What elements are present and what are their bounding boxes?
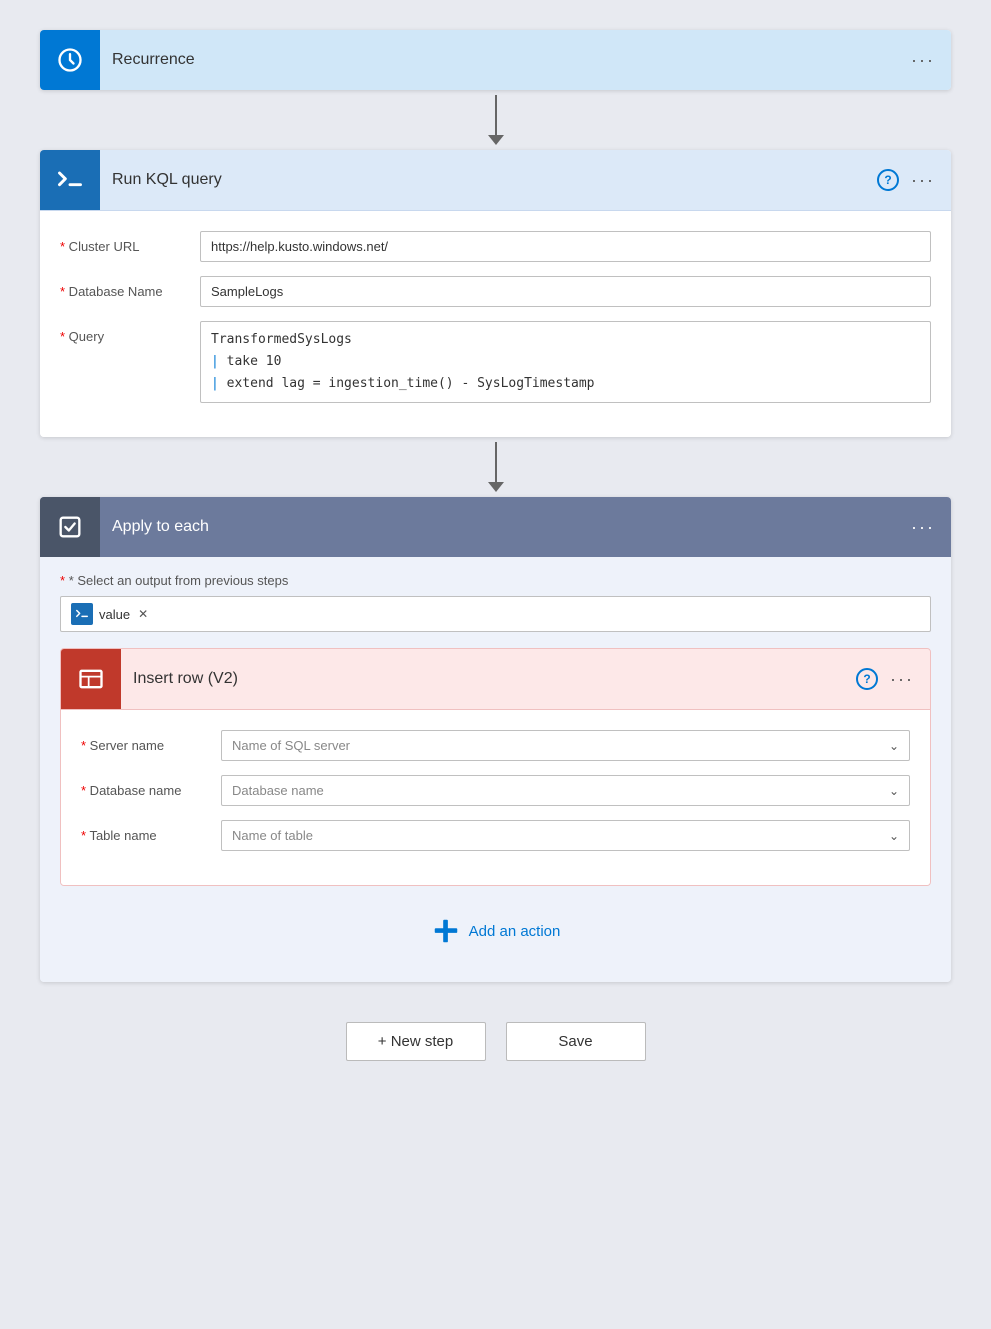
query-line1: TransformedSysLogs <box>211 329 920 351</box>
query-line2: | take 10 <box>211 351 920 373</box>
insert-icon <box>61 649 121 709</box>
db-name-chevron-icon: ⌄ <box>889 784 899 798</box>
insert-header: Insert row (V2) ? ··· <box>61 649 930 710</box>
database-name-input[interactable] <box>200 276 931 307</box>
value-tag-row[interactable]: value ✕ <box>60 596 931 632</box>
apply-icon <box>40 497 100 557</box>
db-name-row: * Database name Database name ⌄ <box>81 775 910 806</box>
kql-title: Run KQL query <box>100 171 877 189</box>
arrow-1 <box>488 90 504 150</box>
table-name-select[interactable]: Name of table ⌄ <box>221 820 910 851</box>
recurrence-card: Recurrence ··· <box>40 30 951 90</box>
apply-body: * * Select an output from previous steps… <box>40 557 951 982</box>
server-name-select[interactable]: Name of SQL server ⌄ <box>221 730 910 761</box>
server-name-placeholder: Name of SQL server <box>232 738 350 753</box>
kql-icon <box>40 150 100 210</box>
table-name-placeholder: Name of table <box>232 828 313 843</box>
add-action-icon <box>431 916 461 946</box>
db-name-placeholder: Database name <box>232 783 324 798</box>
arrow-line-2 <box>495 442 497 482</box>
new-step-button[interactable]: + New step <box>346 1022 486 1061</box>
query-text: TransformedSysLogs | take 10 | extend la… <box>211 329 920 395</box>
cluster-url-row: * Cluster URL <box>60 231 931 262</box>
save-button[interactable]: Save <box>506 1022 646 1061</box>
database-name-row: * Database Name <box>60 276 931 307</box>
arrow-head-1 <box>488 135 504 145</box>
insert-title: Insert row (V2) <box>121 670 856 688</box>
add-action-label: Add an action <box>469 923 561 940</box>
bottom-buttons: + New step Save <box>346 1022 646 1061</box>
recurrence-more-button[interactable]: ··· <box>911 50 935 71</box>
select-output-label: * * Select an output from previous steps <box>60 573 931 588</box>
recurrence-title: Recurrence <box>100 51 911 69</box>
apply-to-each-card: Apply to each ··· * * Select an output f… <box>40 497 951 982</box>
kql-card: Run KQL query ? ··· * Cluster URL * Data… <box>40 150 951 437</box>
db-name-label: * Database name <box>81 775 221 798</box>
value-tag-icon <box>71 603 93 625</box>
kql-more-button[interactable]: ··· <box>911 170 935 191</box>
insert-help-button[interactable]: ? <box>856 668 878 690</box>
value-tag-text: value <box>99 607 130 622</box>
arrow-head-2 <box>488 482 504 492</box>
cluster-url-input[interactable] <box>200 231 931 262</box>
table-name-chevron-icon: ⌄ <box>889 829 899 843</box>
kql-help-button[interactable]: ? <box>877 169 899 191</box>
query-row: * Query TransformedSysLogs | take 10 | e… <box>60 321 931 403</box>
query-input[interactable]: TransformedSysLogs | take 10 | extend la… <box>200 321 931 403</box>
insert-body: * Server name Name of SQL server ⌄ * Dat… <box>61 710 930 885</box>
add-action-button[interactable]: Add an action <box>431 916 561 946</box>
add-action-container: Add an action <box>60 886 931 966</box>
query-label: * Query <box>60 321 200 344</box>
kql-body: * Cluster URL * Database Name * Query Tr… <box>40 211 951 437</box>
recurrence-icon <box>40 30 100 90</box>
apply-more-button[interactable]: ··· <box>911 517 935 538</box>
server-name-label: * Server name <box>81 730 221 753</box>
insert-row-card: Insert row (V2) ? ··· * Server name Name… <box>60 648 931 886</box>
apply-title: Apply to each <box>100 518 911 536</box>
database-name-label: * Database Name <box>60 276 200 299</box>
server-name-row: * Server name Name of SQL server ⌄ <box>81 730 910 761</box>
recurrence-header: Recurrence ··· <box>40 30 951 90</box>
value-tag-close-icon[interactable]: ✕ <box>138 607 148 621</box>
kql-header: Run KQL query ? ··· <box>40 150 951 211</box>
arrow-2 <box>488 437 504 497</box>
table-name-row: * Table name Name of table ⌄ <box>81 820 910 851</box>
arrow-line-1 <box>495 95 497 135</box>
server-name-chevron-icon: ⌄ <box>889 739 899 753</box>
apply-header: Apply to each ··· <box>40 497 951 557</box>
table-name-label: * Table name <box>81 820 221 843</box>
cluster-url-label: * Cluster URL <box>60 231 200 254</box>
insert-more-button[interactable]: ··· <box>890 669 914 690</box>
query-line3: | extend lag = ingestion_time() - SysLog… <box>211 373 920 395</box>
kql-actions: ? ··· <box>877 169 935 191</box>
db-name-select[interactable]: Database name ⌄ <box>221 775 910 806</box>
recurrence-actions: ··· <box>911 50 935 71</box>
flow-container: Recurrence ··· Run KQL query ? ··· <box>40 30 951 1061</box>
insert-actions: ? ··· <box>856 668 914 690</box>
